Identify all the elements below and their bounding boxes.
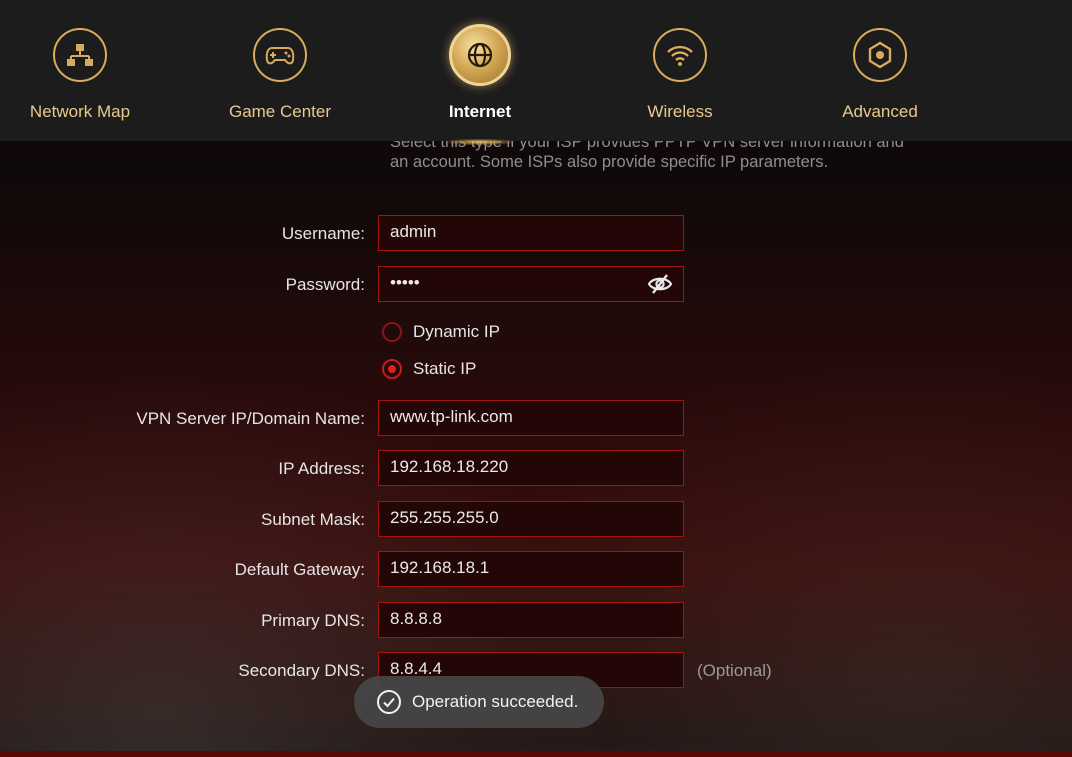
ip-address-label: IP Address: [278,459,365,478]
success-toast: Operation succeeded. [354,676,604,728]
nav-item-internet-label: Internet [448,102,512,121]
default-gateway-row: Default Gateway: 192.168.18.1 [0,551,1072,587]
wifi-icon [653,28,707,82]
username-input[interactable]: admin [378,215,684,251]
toast-message: Operation succeeded. [412,692,579,711]
radio-dynamic-ip-circle[interactable] [382,322,402,342]
nav-item-advanced[interactable]: Advanced [780,28,980,138]
nav-item-wireless[interactable]: Wireless [580,28,780,138]
optional-hint: (Optional) [697,661,772,680]
eye-off-icon[interactable] [647,273,673,295]
password-label: Password: [285,275,365,294]
radio-static-ip-circle[interactable] [382,359,402,379]
default-gateway-input[interactable]: 192.168.18.1 [378,551,684,587]
radio-dynamic-ip-label: Dynamic IP [413,322,500,341]
nav-item-network-map[interactable]: Network Map [0,28,180,138]
gear-icon [853,28,907,82]
secondary-dns-label: Secondary DNS: [238,661,365,680]
nav-item-wireless-label: Wireless [647,102,713,121]
active-tab-indicator [448,139,512,145]
username-row: Username: admin [0,215,1072,251]
gamepad-icon [253,28,307,82]
vpn-server-input[interactable]: www.tp-link.com [378,400,684,436]
top-navigation: Network Map Game Center Internet Wireles… [0,0,1072,141]
subnet-mask-input[interactable]: 255.255.255.0 [378,501,684,537]
primary-dns-row: Primary DNS: 8.8.8.8 [0,602,1072,638]
check-circle-icon [377,690,401,714]
nav-item-network-map-label: Network Map [29,102,131,121]
vpn-server-label: VPN Server IP/Domain Name: [136,409,365,428]
nav-item-game-center[interactable]: Game Center [180,28,380,138]
subnet-mask-label: Subnet Mask: [261,510,365,529]
radio-static-ip-label: Static IP [413,359,477,378]
username-label: Username: [281,224,365,243]
default-gateway-label: Default Gateway: [234,560,365,579]
subnet-mask-row: Subnet Mask: 255.255.255.0 [0,501,1072,537]
bottom-strip [0,751,1072,757]
ip-address-row: IP Address: 192.168.18.220 [0,450,1072,486]
primary-dns-label: Primary DNS: [261,611,365,630]
password-row: Password: ••••• [0,266,1072,302]
network-map-icon [53,28,107,82]
password-input[interactable]: ••••• [378,266,684,302]
globe-icon [449,24,511,86]
primary-dns-input[interactable]: 8.8.8.8 [378,602,684,638]
password-value: ••••• [390,273,420,292]
ip-address-input[interactable]: 192.168.18.220 [378,450,684,486]
nav-item-advanced-label: Advanced [842,102,918,121]
vpn-server-row: VPN Server IP/Domain Name: www.tp-link.c… [0,400,1072,436]
nav-item-internet[interactable]: Internet [380,24,580,138]
nav-item-game-center-label: Game Center [228,102,332,121]
